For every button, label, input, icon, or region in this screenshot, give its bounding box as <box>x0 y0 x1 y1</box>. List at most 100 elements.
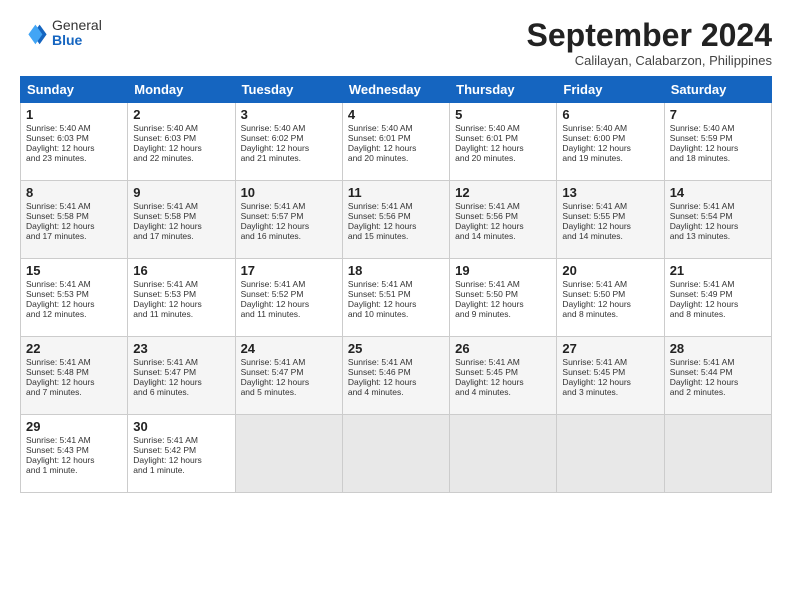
day-info: Daylight: 12 hours <box>562 299 658 309</box>
table-row: 28Sunrise: 5:41 AMSunset: 5:44 PMDayligh… <box>664 337 771 415</box>
day-info: Sunrise: 5:40 AM <box>562 123 658 133</box>
day-info: Sunset: 5:44 PM <box>670 367 766 377</box>
day-number: 27 <box>562 341 658 356</box>
day-info: Sunrise: 5:40 AM <box>670 123 766 133</box>
day-info: Sunset: 6:03 PM <box>133 133 229 143</box>
day-info: and 13 minutes. <box>670 231 766 241</box>
day-info: and 8 minutes. <box>670 309 766 319</box>
day-info: Sunrise: 5:41 AM <box>26 201 122 211</box>
day-info: Daylight: 12 hours <box>133 143 229 153</box>
table-row: 4Sunrise: 5:40 AMSunset: 6:01 PMDaylight… <box>342 103 449 181</box>
day-info: Daylight: 12 hours <box>670 143 766 153</box>
day-info: Daylight: 12 hours <box>562 377 658 387</box>
day-number: 2 <box>133 107 229 122</box>
day-info: Daylight: 12 hours <box>133 221 229 231</box>
header: General Blue September 2024 Calilayan, C… <box>20 18 772 68</box>
day-info: and 7 minutes. <box>26 387 122 397</box>
header-row: Sunday Monday Tuesday Wednesday Thursday… <box>21 77 772 103</box>
day-info: Sunrise: 5:41 AM <box>26 435 122 445</box>
day-info: Daylight: 12 hours <box>241 143 337 153</box>
day-info: and 14 minutes. <box>562 231 658 241</box>
day-number: 4 <box>348 107 444 122</box>
day-info: Sunrise: 5:41 AM <box>670 201 766 211</box>
day-info: and 11 minutes. <box>241 309 337 319</box>
table-row: 3Sunrise: 5:40 AMSunset: 6:02 PMDaylight… <box>235 103 342 181</box>
day-info: Sunrise: 5:40 AM <box>241 123 337 133</box>
table-row: 10Sunrise: 5:41 AMSunset: 5:57 PMDayligh… <box>235 181 342 259</box>
table-row: 22Sunrise: 5:41 AMSunset: 5:48 PMDayligh… <box>21 337 128 415</box>
day-info: Sunset: 6:01 PM <box>455 133 551 143</box>
table-row: 7Sunrise: 5:40 AMSunset: 5:59 PMDaylight… <box>664 103 771 181</box>
table-row: 8Sunrise: 5:41 AMSunset: 5:58 PMDaylight… <box>21 181 128 259</box>
day-info: Daylight: 12 hours <box>133 377 229 387</box>
day-info: Sunrise: 5:41 AM <box>562 201 658 211</box>
day-info: Sunrise: 5:41 AM <box>241 201 337 211</box>
month-title: September 2024 <box>527 18 772 53</box>
table-row: 21Sunrise: 5:41 AMSunset: 5:49 PMDayligh… <box>664 259 771 337</box>
day-info: and 15 minutes. <box>348 231 444 241</box>
table-row: 24Sunrise: 5:41 AMSunset: 5:47 PMDayligh… <box>235 337 342 415</box>
table-row <box>664 415 771 493</box>
page: General Blue September 2024 Calilayan, C… <box>0 0 792 612</box>
table-row: 18Sunrise: 5:41 AMSunset: 5:51 PMDayligh… <box>342 259 449 337</box>
table-row: 5Sunrise: 5:40 AMSunset: 6:01 PMDaylight… <box>450 103 557 181</box>
day-info: and 6 minutes. <box>133 387 229 397</box>
day-info: Sunset: 5:59 PM <box>670 133 766 143</box>
day-info: Daylight: 12 hours <box>455 143 551 153</box>
day-info: Sunset: 5:56 PM <box>348 211 444 221</box>
table-row: 26Sunrise: 5:41 AMSunset: 5:45 PMDayligh… <box>450 337 557 415</box>
table-row <box>450 415 557 493</box>
day-number: 12 <box>455 185 551 200</box>
day-info: and 12 minutes. <box>26 309 122 319</box>
day-info: Sunrise: 5:41 AM <box>241 357 337 367</box>
day-number: 7 <box>670 107 766 122</box>
day-info: Sunset: 5:45 PM <box>562 367 658 377</box>
day-info: Sunset: 5:48 PM <box>26 367 122 377</box>
day-info: and 17 minutes. <box>133 231 229 241</box>
table-row: 15Sunrise: 5:41 AMSunset: 5:53 PMDayligh… <box>21 259 128 337</box>
table-row: 6Sunrise: 5:40 AMSunset: 6:00 PMDaylight… <box>557 103 664 181</box>
day-number: 9 <box>133 185 229 200</box>
day-info: Sunrise: 5:40 AM <box>348 123 444 133</box>
table-row: 14Sunrise: 5:41 AMSunset: 5:54 PMDayligh… <box>664 181 771 259</box>
day-info: and 14 minutes. <box>455 231 551 241</box>
col-wednesday: Wednesday <box>342 77 449 103</box>
table-row: 27Sunrise: 5:41 AMSunset: 5:45 PMDayligh… <box>557 337 664 415</box>
day-number: 6 <box>562 107 658 122</box>
day-info: and 22 minutes. <box>133 153 229 163</box>
day-info: Sunset: 5:45 PM <box>455 367 551 377</box>
day-info: Daylight: 12 hours <box>26 377 122 387</box>
day-number: 10 <box>241 185 337 200</box>
day-info: Sunset: 5:51 PM <box>348 289 444 299</box>
day-info: Daylight: 12 hours <box>562 221 658 231</box>
day-info: and 18 minutes. <box>670 153 766 163</box>
day-info: Sunrise: 5:40 AM <box>455 123 551 133</box>
week-row: 8Sunrise: 5:41 AMSunset: 5:58 PMDaylight… <box>21 181 772 259</box>
day-info: Sunset: 5:56 PM <box>455 211 551 221</box>
day-info: and 17 minutes. <box>26 231 122 241</box>
table-row: 12Sunrise: 5:41 AMSunset: 5:56 PMDayligh… <box>450 181 557 259</box>
day-info: Sunrise: 5:41 AM <box>26 279 122 289</box>
day-info: Sunrise: 5:41 AM <box>562 279 658 289</box>
day-info: and 2 minutes. <box>670 387 766 397</box>
day-info: and 11 minutes. <box>133 309 229 319</box>
day-info: and 10 minutes. <box>348 309 444 319</box>
day-info: Sunrise: 5:41 AM <box>455 357 551 367</box>
day-info: and 19 minutes. <box>562 153 658 163</box>
day-number: 28 <box>670 341 766 356</box>
table-row: 23Sunrise: 5:41 AMSunset: 5:47 PMDayligh… <box>128 337 235 415</box>
day-info: Sunrise: 5:41 AM <box>562 357 658 367</box>
day-info: Sunrise: 5:41 AM <box>455 279 551 289</box>
table-row: 11Sunrise: 5:41 AMSunset: 5:56 PMDayligh… <box>342 181 449 259</box>
day-info: Sunrise: 5:41 AM <box>133 201 229 211</box>
day-info: Daylight: 12 hours <box>133 455 229 465</box>
day-info: Daylight: 12 hours <box>26 299 122 309</box>
day-info: and 4 minutes. <box>455 387 551 397</box>
table-row: 13Sunrise: 5:41 AMSunset: 5:55 PMDayligh… <box>557 181 664 259</box>
table-row <box>557 415 664 493</box>
day-info: Daylight: 12 hours <box>241 377 337 387</box>
day-info: Sunrise: 5:41 AM <box>348 357 444 367</box>
day-info: Sunset: 5:57 PM <box>241 211 337 221</box>
week-row: 15Sunrise: 5:41 AMSunset: 5:53 PMDayligh… <box>21 259 772 337</box>
day-number: 24 <box>241 341 337 356</box>
